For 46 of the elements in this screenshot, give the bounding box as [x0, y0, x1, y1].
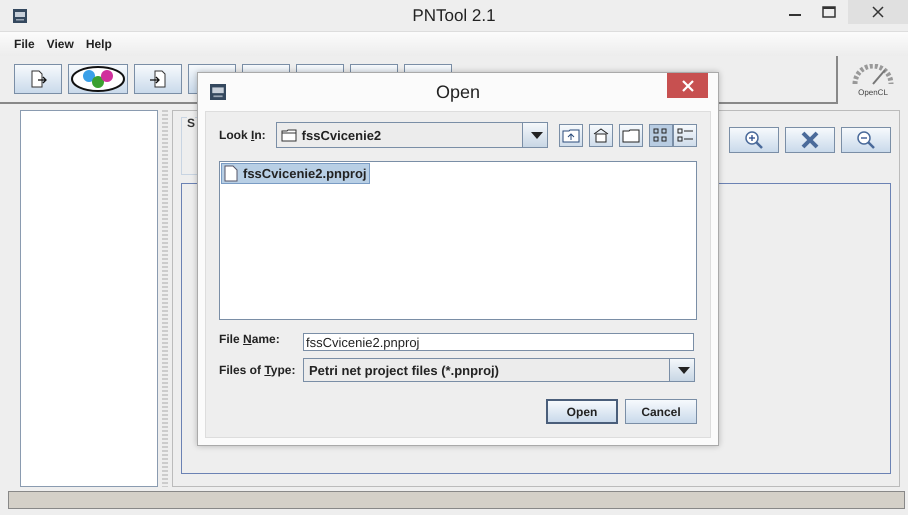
folder-up-icon: [562, 127, 580, 143]
view-button[interactable]: [649, 124, 673, 146]
zoom-in-icon: [744, 130, 764, 150]
cross-icon: [800, 130, 820, 150]
circles-logo-icon: [71, 66, 125, 92]
app-logo-icon: [210, 84, 226, 100]
folder-icon: [280, 128, 297, 142]
close-button[interactable]: [667, 73, 708, 98]
zoom-out-icon: [856, 130, 876, 150]
menu-item[interactable]: File: [14, 37, 35, 51]
folder-icon: [622, 127, 640, 143]
splitter-handle[interactable]: [162, 110, 168, 487]
cancel-button[interactable]: Cancel: [625, 399, 697, 424]
toolbar-button[interactable]: [14, 64, 62, 94]
dialog-title: Open: [436, 82, 480, 103]
document-icon: [224, 165, 238, 182]
group-title: S: [187, 116, 196, 130]
view-button[interactable]: [589, 124, 613, 146]
view-button[interactable]: [559, 124, 583, 146]
opencl-label: OpenCL: [858, 88, 888, 96]
toolbar-button[interactable]: [68, 64, 128, 94]
canvas-tool-button[interactable]: [729, 127, 779, 153]
home-icon: [592, 127, 610, 143]
look-in-dropdown[interactable]: fssCvicenie2: [276, 122, 548, 148]
file-type-label: Files of Type:: [219, 363, 296, 377]
canvas-tool-button[interactable]: [785, 127, 835, 153]
look-in-label: Look In:: [219, 128, 266, 142]
caret-icon: [678, 366, 690, 374]
view-button[interactable]: [673, 124, 697, 146]
document-arrow-icon: [148, 69, 168, 89]
caret-icon: [531, 132, 543, 138]
menu-item[interactable]: View: [46, 37, 74, 51]
project-entry[interactable]: fssCvicenie2.pnproj: [221, 163, 370, 184]
file-name-label: File Name:: [219, 332, 281, 346]
menu-item[interactable]: Help: [86, 37, 112, 51]
app-logo-icon: [13, 8, 27, 22]
gauge-icon: [851, 64, 895, 86]
canvas-tool-button[interactable]: [841, 127, 891, 153]
details-view-icon: [676, 127, 694, 143]
file-type-dropdown[interactable]: Petri net project files (*.pnproj): [303, 358, 695, 382]
window-title: PNTool 2.1: [412, 6, 496, 26]
view-button[interactable]: [619, 124, 643, 146]
open-button[interactable]: Open: [546, 399, 618, 424]
file-name-field[interactable]: fssCvicenie2.pnproj: [303, 333, 694, 351]
close-icon: [682, 80, 694, 92]
toolbar-button[interactable]: [134, 64, 182, 94]
